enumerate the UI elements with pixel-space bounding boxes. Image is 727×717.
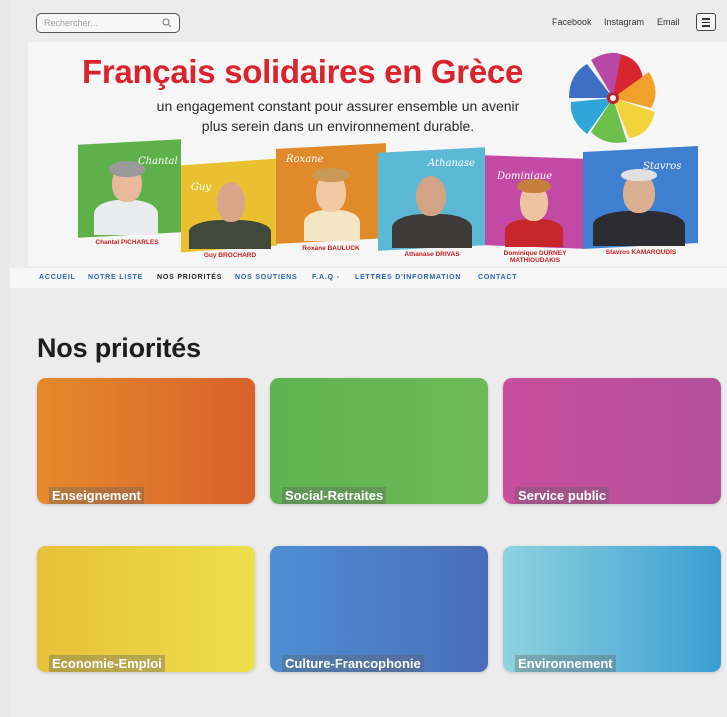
candidate-signature: Guy — [191, 182, 212, 193]
menu-line — [702, 18, 710, 20]
nav-item-notre-liste[interactable]: NOTRE LISTE — [88, 274, 143, 281]
menu-line — [702, 25, 710, 27]
search-input[interactable] — [44, 16, 154, 30]
priority-tile-enseignement[interactable]: Enseignement — [37, 378, 255, 504]
candidate-caption: Chantal PICHARLES — [95, 239, 159, 246]
nav-item-contact[interactable]: CONTACT — [478, 274, 517, 281]
banner-subtitle-line: plus serein dans un environnement durabl… — [201, 118, 475, 134]
candidate-card-chantal[interactable]: Chantal Chantal PICHARLES — [78, 139, 181, 246]
candidate-caption: Roxane BAULUCK — [302, 245, 360, 252]
header-banner[interactable]: Français solidaires en Grèce un engageme… — [28, 42, 727, 266]
candidate-caption: Guy BROCHARD — [203, 252, 257, 259]
facebook-link[interactable]: Facebook — [552, 17, 592, 27]
nav-item-nos-priorites[interactable]: NOS PRIORITÉS — [157, 274, 222, 281]
candidate-signature: Athanase — [428, 158, 475, 169]
main-nav: ACCUEIL NOTRE LISTE NOS PRIORITÉS NOS SO… — [10, 268, 727, 288]
priority-tile-label: Culture-Francophonie — [282, 655, 424, 672]
candidate-photo-body — [593, 211, 685, 246]
banner-subtitle-line: un engagement constant pour assurer ense… — [156, 98, 520, 114]
candidate-caption-line: Dominique DURNEY — [503, 250, 567, 257]
candidate-caption-line: MATHIOUDAKIS — [509, 257, 561, 264]
candidate-card-dominique[interactable]: Dominique Dominique DURNEY MATHIOUDAKIS — [485, 155, 583, 264]
candidate-photo-hair — [517, 179, 551, 193]
candidate-card-roxane[interactable]: Roxane Roxane BAULUCK — [276, 143, 386, 252]
page-title: Nos priorités — [37, 333, 201, 363]
nav-item-lettres-information[interactable]: LETTRES D'INFORMATION — [355, 274, 461, 281]
priority-tile-culture-francophonie[interactable]: Culture-Francophonie — [270, 546, 488, 672]
candidate-card-stavros[interactable]: Stavros Stavros KAMAROUDIS — [583, 145, 698, 256]
nav-item-nos-soutiens[interactable]: NOS SOUTIENS — [235, 274, 298, 281]
priority-tile-label: Environnement — [515, 655, 616, 672]
candidate-photo-hair — [109, 161, 145, 177]
priority-tile-social-retraites[interactable]: Social-Retraites — [270, 378, 488, 504]
candidate-photo-body — [189, 220, 271, 249]
candidate-caption: Athanase DRIVAS — [404, 251, 460, 258]
candidate-photo-head — [416, 176, 446, 216]
banner-title: Français solidaires en Grèce — [82, 53, 523, 90]
priority-tile-service-public[interactable]: Service public — [503, 378, 721, 504]
candidate-caption: Stavros KAMAROUDIS — [605, 249, 677, 256]
nav-item-accueil[interactable]: ACCUEIL — [39, 274, 76, 281]
search-box[interactable] — [36, 13, 180, 33]
instagram-link[interactable]: Instagram — [604, 17, 644, 27]
nav-item-faq[interactable]: F.A.Q - — [312, 274, 340, 281]
pinwheel-logo-icon — [569, 52, 656, 143]
candidate-photo-head — [217, 182, 245, 222]
candidate-card-athanase[interactable]: Athanase Athanase DRIVAS — [378, 147, 485, 258]
priority-tile-environnement[interactable]: Environnement — [503, 546, 721, 672]
email-link[interactable]: Email — [657, 17, 680, 27]
candidate-photo-body — [392, 214, 472, 248]
search-icon[interactable] — [162, 18, 172, 28]
candidate-photo-body — [505, 219, 563, 247]
priority-tile-label: Service public — [515, 487, 610, 504]
priority-tile-label: Economie-Emploi — [49, 655, 165, 672]
top-bar: Facebook Instagram Email — [10, 0, 727, 42]
priority-tile-economie-emploi[interactable]: Economie-Emploi — [37, 546, 255, 672]
candidate-card-guy[interactable]: Guy Guy BROCHARD — [181, 158, 277, 259]
banner-subtitle: un engagement constant pour assurer ense… — [98, 96, 578, 136]
hamburger-menu-button[interactable] — [696, 13, 716, 31]
candidate-signature: Roxane — [286, 154, 324, 165]
priority-tile-label: Enseignement — [49, 487, 144, 504]
candidate-photo-hair — [312, 168, 350, 182]
menu-line — [702, 21, 710, 23]
candidate-caption: Dominique DURNEY MATHIOUDAKIS — [493, 250, 577, 264]
candidate-photo-body — [94, 200, 158, 235]
priority-tile-label: Social-Retraites — [282, 487, 387, 504]
candidate-photo-hair — [621, 169, 657, 181]
candidate-photo-body — [304, 210, 360, 241]
page: Facebook Instagram Email Français solida… — [10, 0, 727, 717]
